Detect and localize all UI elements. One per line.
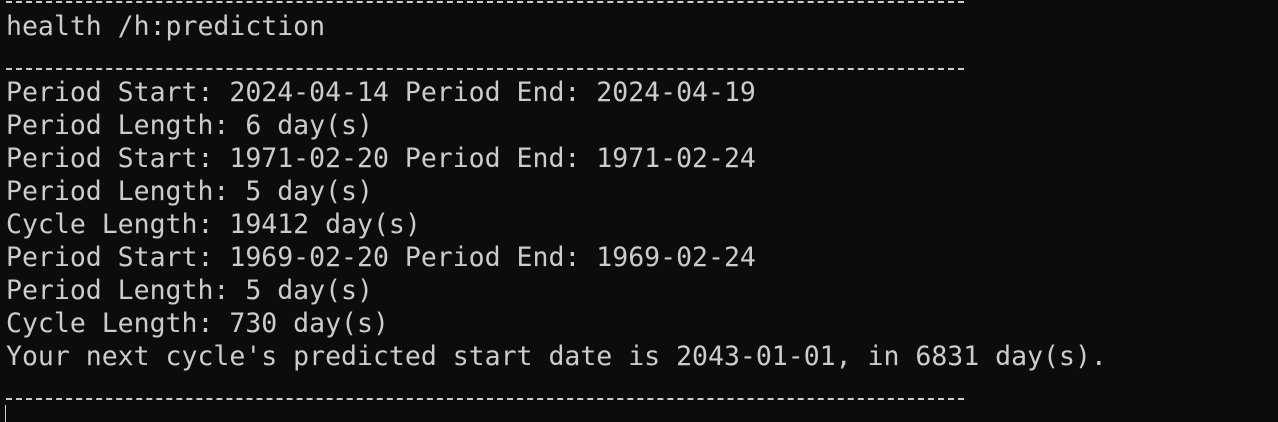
terminal-window[interactable]: health /h:prediction Period Start: 2024-… xyxy=(0,0,1278,422)
divider-top xyxy=(6,1,964,3)
output-line: Period Start: 1969-02-20 Period End: 196… xyxy=(6,242,756,273)
output-line: Period Length: 5 day(s) xyxy=(6,275,373,306)
output-line: Period Start: 2024-04-14 Period End: 202… xyxy=(6,77,756,108)
output-line: Cycle Length: 19412 day(s) xyxy=(6,209,421,240)
output-line: Period Start: 1971-02-20 Period End: 197… xyxy=(6,143,756,174)
divider-bottom xyxy=(6,398,964,400)
command-line: health /h:prediction xyxy=(6,11,326,42)
text-cursor xyxy=(5,405,6,422)
output-line: Period Length: 5 day(s) xyxy=(6,176,373,207)
output-line: Cycle Length: 730 day(s) xyxy=(6,308,389,339)
divider-header xyxy=(6,68,964,70)
output-line: Your next cycle's predicted start date i… xyxy=(6,341,1107,372)
output-line: Period Length: 6 day(s) xyxy=(6,110,373,141)
